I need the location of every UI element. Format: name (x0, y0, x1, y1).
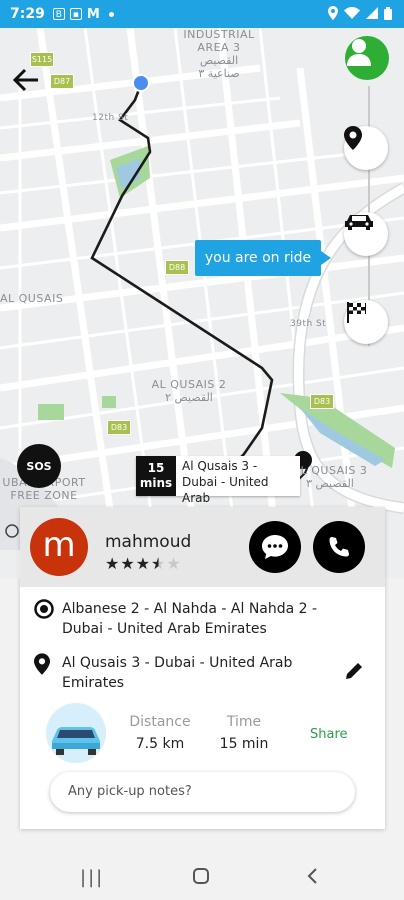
share-button[interactable]: Share (310, 727, 348, 742)
dropoff-row: Al Qusais 3 - Dubai - United Arab Emirat… (34, 653, 314, 693)
distance-metric: Distance 7.5 km (128, 714, 192, 752)
pickup-row: Albanese 2 - Al Nahda - Al Nahda 2 - Dub… (34, 599, 334, 639)
dot-icon (108, 11, 114, 17)
time-label: Time (226, 714, 262, 730)
person-icon (347, 39, 371, 66)
pickup-notes-input[interactable]: Any pick-up notes? (50, 772, 355, 812)
street-label: 12th St (92, 113, 129, 123)
edit-destination-button[interactable] (344, 661, 364, 685)
car-illustration-icon (52, 727, 100, 755)
user-avatar[interactable] (345, 36, 389, 80)
ride-status-tooltip: you are on ride (195, 240, 331, 276)
road-shield: D83 (310, 394, 334, 409)
road-shield: S115 (30, 52, 54, 67)
pickup-pin-button[interactable] (344, 126, 388, 170)
eta-minutes: 15 (147, 461, 165, 475)
call-button[interactable] (313, 521, 365, 573)
sos-button[interactable]: SOS (17, 444, 61, 488)
road-shield: D83 (107, 420, 131, 435)
driver-rating: ★★★★★ (105, 554, 182, 573)
signal-icon (366, 7, 378, 19)
road-shield: D87 (50, 74, 74, 89)
home-icon[interactable] (192, 867, 210, 890)
map-label-industrial-area-3: INDUSTRIAL AREA 3 القصيص صناعية ٣ (183, 28, 255, 80)
car-icon (345, 215, 373, 230)
street-label: 39th St (290, 319, 327, 329)
wifi-icon (344, 7, 360, 19)
chat-bubble-icon (262, 535, 288, 559)
recents-icon[interactable]: ||| (80, 867, 104, 888)
battery-icon (384, 6, 392, 20)
map-pin-icon (34, 653, 50, 675)
radio-origin-icon (34, 599, 54, 619)
star-icon: ★ (120, 554, 136, 573)
time-metric: Time 15 min (216, 714, 272, 752)
finish-flag-button[interactable] (344, 300, 388, 344)
time-value: 15 min (219, 736, 269, 752)
b-icon: B (52, 8, 65, 20)
checkered-flag-icon (347, 302, 366, 323)
driver-header: m mahmoud ★★★★★ (20, 507, 385, 587)
map-label-al-qusais: AL QUSAIS (0, 292, 64, 305)
dropoff-address: Al Qusais 3 - Dubai - United Arab Emirat… (62, 655, 293, 691)
trip-card: m mahmoud ★★★★★ Albanese 2 - Al Nahda - … (20, 507, 385, 829)
back-nav-icon[interactable] (306, 867, 318, 890)
pickup-address: Albanese 2 - Al Nahda - Al Nahda 2 - Dub… (62, 601, 318, 637)
map-label-al-qusais-2: AL QUSAIS 2 القصيص ٢ (151, 378, 227, 404)
star-icon: ★ (135, 554, 152, 573)
eta-address: Al Qusais 3 - Dubai - United Arab (176, 456, 300, 505)
driver-name: mahmoud (105, 532, 192, 552)
car-image (46, 703, 106, 763)
star-icon: ★ (105, 554, 121, 573)
eta-unit: mins (139, 476, 173, 490)
map-view[interactable]: INDUSTRIAL AREA 3 القصيص صناعية ٣ AL QUS… (0, 28, 404, 578)
driver-avatar: m (30, 518, 88, 576)
image-icon: ▪ (69, 8, 82, 20)
distance-value: 7.5 km (135, 736, 185, 752)
distance-label: Distance (129, 714, 191, 730)
status-time: 7:29 (10, 6, 45, 22)
phone-icon (329, 537, 349, 557)
star-icon: ★ (166, 554, 182, 573)
system-nav-bar: ||| (0, 850, 404, 900)
chat-button[interactable] (249, 521, 301, 573)
gmail-icon: M (86, 6, 100, 22)
half-star-icon: ★ (151, 554, 167, 573)
status-bar: 7:29 B ▪ M (0, 0, 404, 28)
car-button[interactable] (344, 212, 388, 256)
pencil-icon (346, 663, 362, 679)
eta-marker: 15 mins Al Qusais 3 - Dubai - United Ara… (136, 456, 300, 505)
map-pin-icon (344, 126, 362, 150)
location-icon (328, 6, 338, 20)
arrow-left-icon (12, 68, 38, 92)
road-shield: D88 (165, 260, 189, 275)
back-button[interactable] (12, 66, 40, 94)
